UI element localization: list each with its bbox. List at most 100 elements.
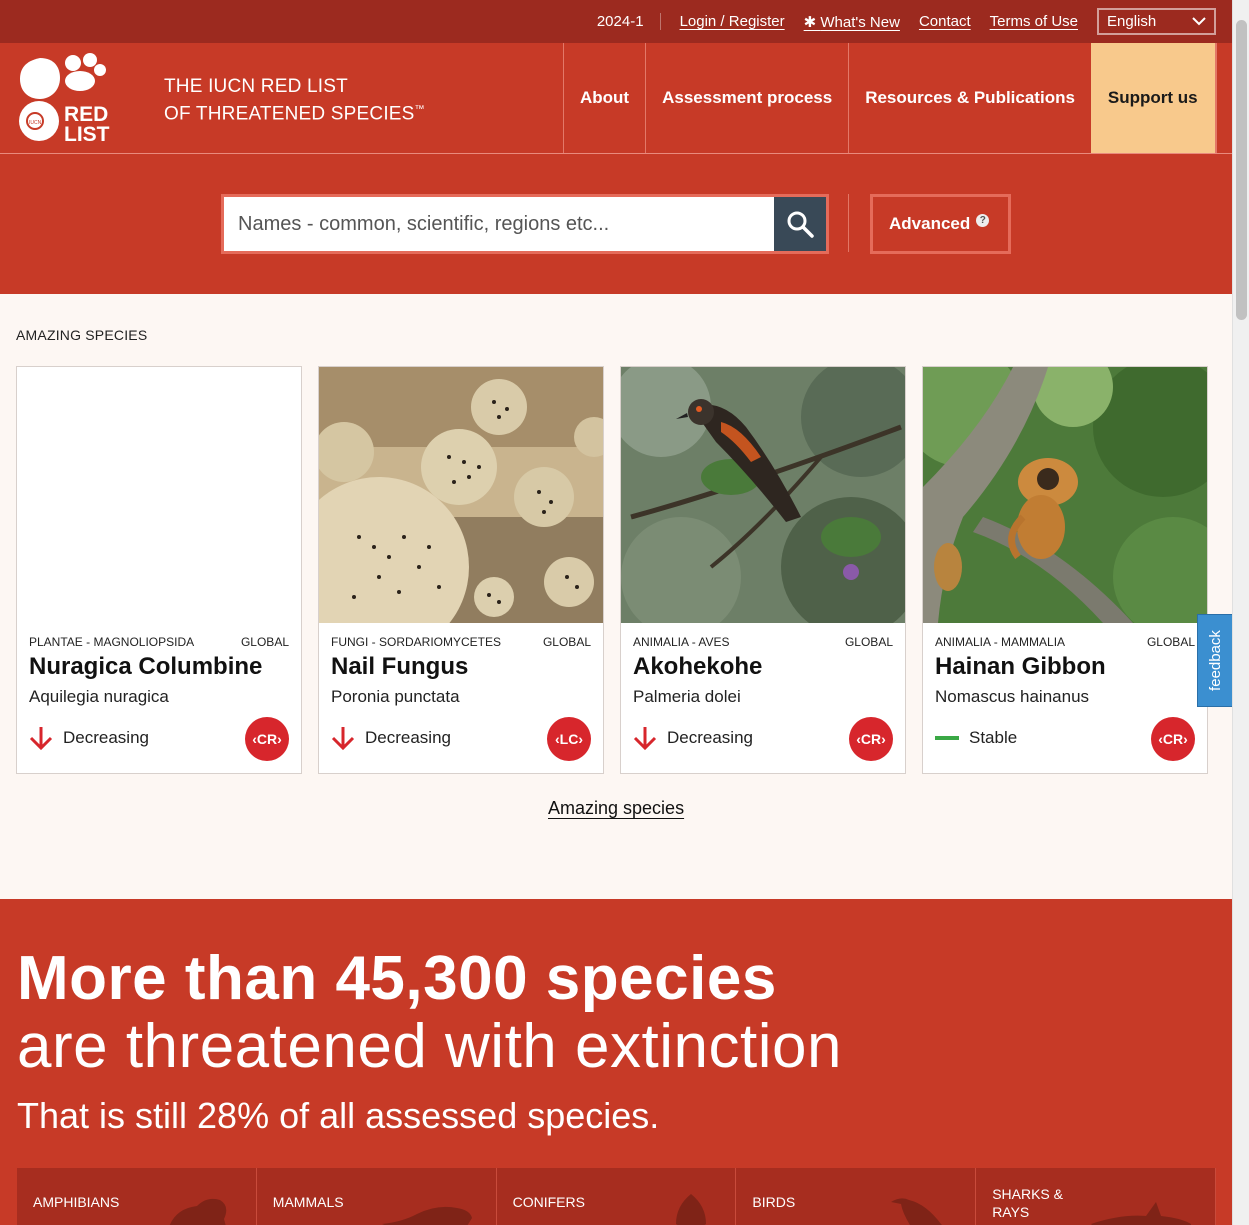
group-sharks-rays[interactable]: SHARKS & RAYS [976,1168,1216,1225]
trend-label: Decreasing [667,728,753,747]
threat-stats: More than 45,300 species are threatened … [0,899,1232,1225]
amazing-species-link[interactable]: Amazing species [548,798,684,819]
species-meta: ANIMALIA - MAMMALIA GLOBAL [923,623,1207,649]
arrow-down-icon [29,727,53,751]
site-title-line2-wrap: OF THREATENED SPECIES™ [164,98,563,125]
trend-label: Decreasing [365,728,451,747]
version-label: 2024-1 [597,13,661,30]
species-scientific-name: Nomascus hainanus [935,687,1090,706]
status-code: CR [860,731,882,747]
species-scope: GLOBAL [1146,635,1195,649]
species-taxonomy: FUNGI - SORDARIOMYCETES [331,635,502,649]
arrow-down-icon [331,727,355,751]
main-nav: About Assessment process Resources & Pub… [563,43,1217,153]
login-register-link[interactable]: Login / Register [680,13,785,30]
terms-link[interactable]: Terms of Use [990,13,1078,30]
whats-new-label: What's New [820,13,900,31]
status-badge: ‹ LC › [547,717,591,761]
group-label: MAMMALS [272,1194,344,1210]
status-badge: ‹ CR › [245,717,289,761]
mammal-icon [381,1206,472,1225]
frog-icon [169,1198,227,1225]
bird-icon [891,1198,943,1225]
stats-headline: are threatened with extinction [17,1012,842,1081]
stable-dash-icon [935,736,959,740]
feedback-label: feedback [1206,630,1224,691]
logo-graphic: RED LIST IUCN [19,53,110,146]
search-band: Names - common, scientific, regions etc.… [0,154,1232,294]
site-title: THE IUCN RED LIST OF THREATENED SPECIES™ [150,43,563,153]
arrow-down-icon [633,727,657,751]
page-scrollbar[interactable] [1232,0,1249,1225]
group-label: AMPHIBIANS [33,1194,120,1210]
nav-assessment-process[interactable]: Assessment process [645,43,848,153]
species-image [319,367,603,623]
scrollbar-thumb[interactable] [1236,20,1247,320]
group-conifers[interactable]: CONIFERS [496,1168,737,1225]
site-title-line2: OF THREATENED SPECIES [164,103,415,125]
stats-subheadline: That is still 28% of all assessed specie… [17,1095,660,1136]
species-image [17,367,301,623]
species-card[interactable]: PLANTAE - MAGNOLIOPSIDA GLOBAL Nuragica … [16,366,302,774]
whats-new-link[interactable]: ✱ What's New [804,13,900,31]
svg-text:IUCN: IUCN [29,120,42,126]
trend-label: Decreasing [63,728,149,747]
help-icon: ? [976,213,990,227]
feedback-tab[interactable]: feedback [1197,614,1232,707]
species-common-name: Nuragica Columbine [29,653,263,680]
group-label: CONIFERS [512,1194,585,1210]
search-form: Names - common, scientific, regions etc.… [221,194,829,254]
search-input[interactable]: Names - common, scientific, regions etc.… [224,197,774,251]
group-label: BIRDS [752,1194,796,1210]
species-groups: AMPHIBIANS MAMMALS CONIFERS BIRDS SHARKS… [17,1168,1216,1225]
nav-resources-publications[interactable]: Resources & Publications [848,43,1091,153]
contact-link[interactable]: Contact [919,13,971,30]
species-common-name: Akohekohe [633,653,763,680]
advanced-search-button[interactable]: Advanced ? [870,194,1011,254]
species-common-name: Hainan Gibbon [935,653,1106,680]
advanced-label: Advanced [889,214,971,233]
species-scope: GLOBAL [542,635,591,649]
group-mammals[interactable]: MAMMALS [256,1168,497,1225]
page: 2024-1 Login / Register ✱ What's New Con… [0,0,1232,1225]
species-card[interactable]: ANIMALIA - AVES GLOBAL Akohekohe Palmeri… [620,366,906,774]
search-button[interactable] [774,197,826,251]
species-taxonomy: ANIMALIA - AVES [633,635,730,649]
status-badge: ‹ CR › [1151,717,1195,761]
nav-about[interactable]: About [563,43,645,153]
species-scientific-name: Aquilegia nuragica [29,687,169,706]
population-trend: Decreasing [331,725,451,751]
species-image [923,367,1207,623]
species-meta: PLANTAE - MAGNOLIOPSIDA GLOBAL [17,623,301,649]
species-meta: FUNGI - SORDARIOMYCETES GLOBAL [319,623,603,649]
trend-label: Stable [969,728,1018,747]
species-scientific-name: Poronia punctata [331,687,460,706]
species-card[interactable]: FUNGI - SORDARIOMYCETES GLOBAL Nail Fung… [318,366,604,774]
nav-support-us[interactable]: Support us [1090,43,1217,153]
utility-bar: 2024-1 Login / Register ✱ What's New Con… [0,0,1232,43]
species-scientific-name: Palmeria dolei [633,687,741,706]
species-scope: GLOBAL [844,635,893,649]
status-code: CR [256,731,278,747]
group-label: SHARKS & RAYS [992,1186,1063,1220]
population-trend: Stable [935,725,1017,751]
population-trend: Decreasing [29,725,149,751]
svg-text:LIST: LIST [64,123,110,146]
red-list-logo[interactable]: RED LIST IUCN [0,43,150,153]
species-card[interactable]: ANIMALIA - MAMMALIA GLOBAL Hainan Gibbon… [922,366,1208,774]
language-value: English [1107,13,1157,30]
group-birds[interactable]: BIRDS [736,1168,977,1225]
amazing-species-section: AMAZING SPECIES PLANTAE - MAGNOLIOPSIDA … [0,294,1232,899]
status-badge: ‹ CR › [849,717,893,761]
species-image [621,367,905,623]
group-amphibians[interactable]: AMPHIBIANS [17,1168,257,1225]
pinecone-icon [676,1194,707,1225]
site-title-line1: THE IUCN RED LIST [164,76,348,97]
section-label: AMAZING SPECIES [16,327,148,343]
stats-headline-bold: More than 45,300 species [17,944,777,1013]
species-common-name: Nail Fungus [331,653,469,680]
language-select[interactable]: English [1097,8,1216,35]
species-scope: GLOBAL [240,635,289,649]
status-code: CR [1162,731,1184,747]
species-taxonomy: PLANTAE - MAGNOLIOPSIDA [29,635,195,649]
